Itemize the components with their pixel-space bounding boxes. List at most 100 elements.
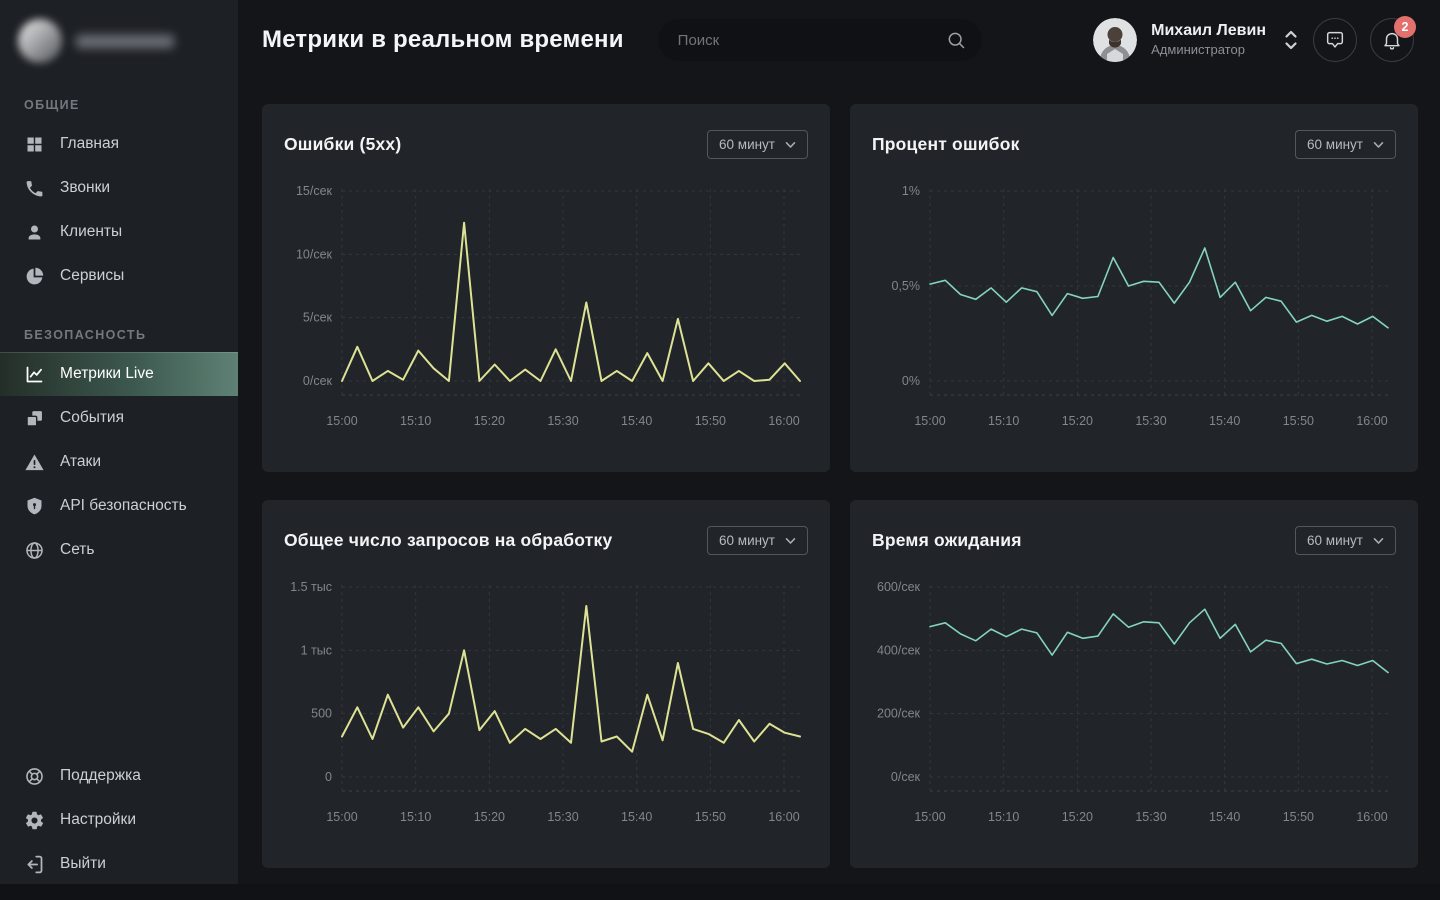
time-range-select[interactable]: 60 минут	[1295, 130, 1396, 159]
warning-icon	[24, 452, 45, 473]
logo-mark-blurred	[18, 19, 62, 63]
chart-title: Общее число запросов на обработку	[284, 530, 612, 551]
card-errors-5xx: Ошибки (5xx) 60 минут 15:00 15:10 15:20 15:…	[262, 104, 830, 472]
sidebar-item-label: Настройки	[60, 811, 136, 829]
svg-text:15:10: 15:10	[400, 414, 431, 428]
sidebar-item-logout[interactable]: Выйти	[0, 842, 238, 886]
line-chart-latency: 15:0015:1015:2015:3015:4015:5016:00600/с…	[872, 577, 1396, 833]
time-range-select[interactable]: 60 минут	[707, 130, 808, 159]
svg-text:10/сек: 10/сек	[296, 247, 333, 261]
notifications-button[interactable]: 2	[1370, 18, 1414, 62]
lifebuoy-icon	[24, 766, 45, 787]
chevron-down-icon	[1373, 537, 1384, 545]
sidebar-item-support[interactable]: Поддержка	[0, 754, 238, 798]
sidebar-item-label: Сеть	[60, 541, 94, 559]
sidebar-item-services[interactable]: Сервисы	[0, 254, 238, 298]
chevron-down-icon	[1373, 141, 1384, 149]
pie-chart-icon	[24, 266, 45, 287]
svg-text:15:50: 15:50	[695, 414, 726, 428]
time-range-label: 60 минут	[1307, 533, 1363, 548]
profile-menu[interactable]: Михаил Левин Администратор	[1093, 18, 1266, 62]
page-title: Метрики в реальном времени	[262, 26, 624, 54]
svg-text:16:00: 16:00	[768, 810, 799, 824]
chart-title: Процент ошибок	[872, 134, 1020, 155]
user-role: Администратор	[1151, 42, 1266, 59]
sidebar-item-label: Выйти	[60, 855, 106, 873]
sidebar-item-label: Атаки	[60, 453, 101, 471]
chat-icon	[1324, 29, 1346, 51]
sidebar-item-network[interactable]: Сеть	[0, 528, 238, 572]
card-error-rate: Процент ошибок 60 минут 15:00 15:10 15:20 1…	[850, 104, 1418, 472]
svg-text:16:00: 16:00	[1356, 414, 1387, 428]
sidebar-footer: Поддержка Настройки Выйти	[0, 754, 238, 900]
sidebar-section-general: ОБЩИЕ	[0, 98, 238, 112]
svg-text:500: 500	[311, 707, 332, 721]
card-header: Ошибки (5xx) 60 минут	[284, 130, 808, 159]
events-icon	[24, 408, 45, 429]
svg-text:0,5%: 0,5%	[892, 279, 921, 293]
sidebar-section-security: БЕЗОПАСНОСТЬ	[0, 328, 238, 342]
svg-text:0/сек: 0/сек	[891, 770, 921, 784]
svg-text:600/сек: 600/сек	[877, 580, 921, 594]
svg-text:5/сек: 5/сек	[303, 311, 333, 325]
svg-text:0%: 0%	[902, 374, 920, 388]
chevron-up-down-icon	[1282, 28, 1300, 52]
time-range-label: 60 минут	[719, 533, 775, 548]
chart-title: Время ожидания	[872, 530, 1022, 551]
svg-text:200/сек: 200/сек	[877, 707, 921, 721]
svg-text:15/сек: 15/сек	[296, 184, 333, 198]
shield-icon	[24, 496, 45, 517]
line-chart-errors-5xx: 15:0015:1015:2015:3015:4015:5016:0015/се…	[284, 181, 808, 437]
sidebar-item-home[interactable]: Главная	[0, 122, 238, 166]
svg-text:1.5 тыс: 1.5 тыс	[290, 580, 332, 594]
svg-text:15:30: 15:30	[547, 414, 578, 428]
sidebar-item-label: API безопасность	[60, 497, 187, 515]
app-logo	[0, 0, 238, 68]
card-latency: Время ожидания 60 минут 15:0015:1015:201…	[850, 500, 1418, 868]
card-total-requests: Общее число запросов на обработку 60 мин…	[262, 500, 830, 868]
svg-text:15:20: 15:20	[1062, 414, 1093, 428]
search-bar	[658, 19, 982, 61]
svg-text:15:10: 15:10	[400, 810, 431, 824]
user-info: Михаил Левин Администратор	[1151, 21, 1266, 59]
chevron-down-icon	[785, 537, 796, 545]
svg-text:15:20: 15:20	[474, 414, 505, 428]
sidebar-item-label: Метрики Live	[60, 365, 154, 383]
svg-text:15:00: 15:00	[914, 414, 945, 428]
svg-text:0/сек: 0/сек	[303, 374, 333, 388]
time-range-label: 60 минут	[1307, 137, 1363, 152]
messages-button[interactable]	[1313, 18, 1357, 62]
sidebar-item-metrics-live[interactable]: Метрики Live	[0, 352, 238, 396]
dashboard-grid: Ошибки (5xx) 60 минут 15:00 15:10 15:20 15:…	[238, 80, 1440, 900]
svg-text:15:10: 15:10	[988, 810, 1019, 824]
svg-text:16:00: 16:00	[768, 414, 799, 428]
sidebar-item-label: События	[60, 409, 124, 427]
time-range-select[interactable]: 60 минут	[707, 526, 808, 555]
card-header: Время ожидания 60 минут	[872, 526, 1396, 555]
time-range-select[interactable]: 60 минут	[1295, 526, 1396, 555]
sidebar-item-label: Поддержка	[60, 767, 141, 785]
sidebar-item-events[interactable]: События	[0, 396, 238, 440]
svg-text:15:40: 15:40	[1209, 414, 1240, 428]
notification-badge: 2	[1394, 16, 1416, 38]
sidebar-item-calls[interactable]: Звонки	[0, 166, 238, 210]
svg-text:15:10: 15:10	[988, 414, 1019, 428]
svg-text:15:00: 15:00	[914, 810, 945, 824]
globe-icon	[24, 540, 45, 561]
search-input[interactable]	[678, 32, 936, 49]
svg-text:15:00: 15:00	[326, 414, 357, 428]
app-window: ОБЩИЕ Главная Звонки Клиенты Сервисы	[0, 0, 1440, 900]
sidebar-item-attacks[interactable]: Атаки	[0, 440, 238, 484]
svg-text:0: 0	[325, 770, 332, 784]
sidebar-item-api-security[interactable]: API безопасность	[0, 484, 238, 528]
profile-expander[interactable]	[1282, 28, 1300, 52]
main-area: Метрики в реальном времени Михаил Левин …	[238, 0, 1440, 900]
sidebar-item-clients[interactable]: Клиенты	[0, 210, 238, 254]
svg-text:15:50: 15:50	[1283, 810, 1314, 824]
line-chart-error-rate: 15:0015:1015:2015:3015:4015:5016:001%0,5…	[872, 181, 1396, 437]
search-icon[interactable]	[946, 30, 966, 50]
svg-text:15:40: 15:40	[621, 810, 652, 824]
sidebar-item-settings[interactable]: Настройки	[0, 798, 238, 842]
sidebar: ОБЩИЕ Главная Звонки Клиенты Сервисы	[0, 0, 238, 900]
svg-text:15:20: 15:20	[474, 810, 505, 824]
